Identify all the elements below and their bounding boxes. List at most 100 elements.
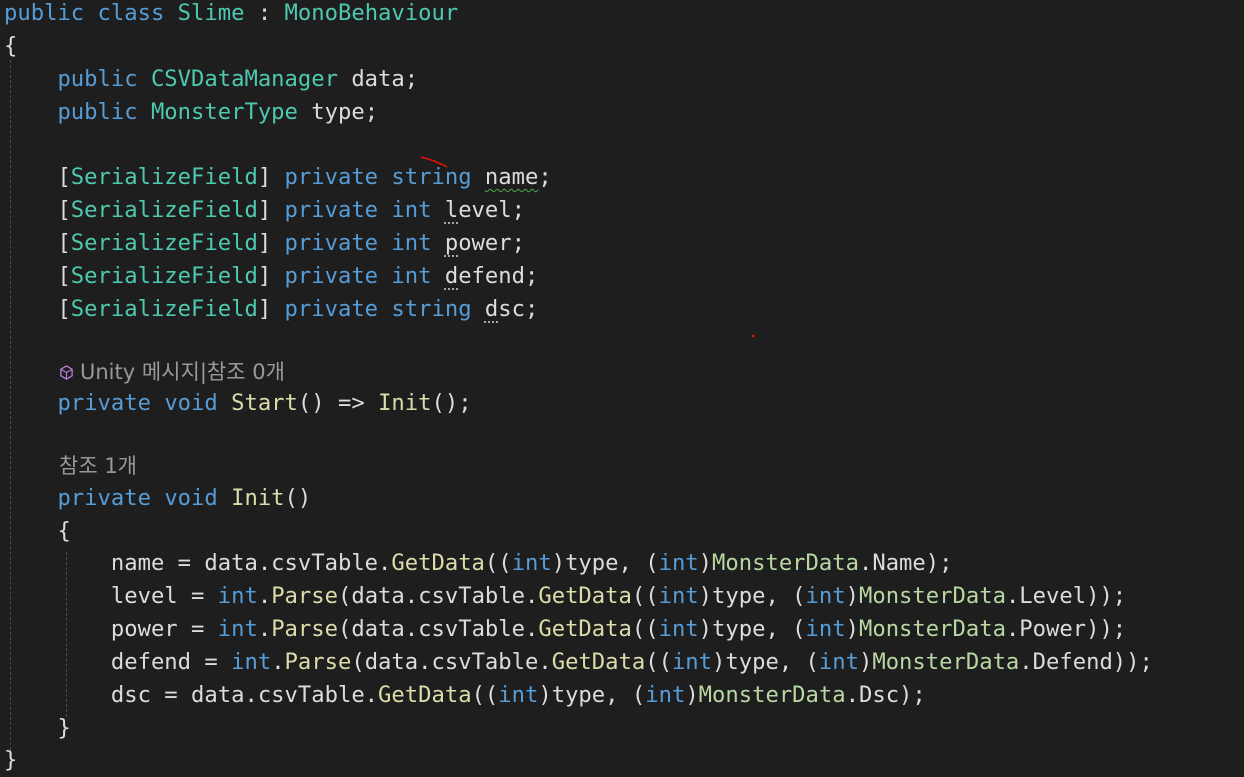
keyword: private — [284, 230, 379, 256]
code-text: .Level)); — [1005, 583, 1127, 609]
code-text: power = — [110, 616, 218, 642]
code-line-class-declaration[interactable]: public class Slime : MonoBehaviour — [4, 0, 458, 30]
keyword: int — [217, 616, 258, 642]
unused-hint: d — [444, 263, 459, 289]
code-text: name = data.csvTable. — [110, 550, 392, 576]
codelens-unity-message[interactable]: Unity 메시지 — [80, 360, 200, 384]
code-line-assign-defend[interactable]: defend = int.Parse(data.csvTable.GetData… — [4, 646, 1153, 679]
keyword: void — [164, 485, 218, 511]
code-text: . — [271, 649, 285, 675]
enum-type: MonsterData — [712, 550, 859, 576]
code-line-assign-name[interactable]: name = data.csvTable.GetData((int)type, … — [4, 547, 953, 580]
field-name-warning[interactable]: name — [485, 164, 538, 190]
keyword: int — [671, 649, 713, 675]
colon: : — [257, 0, 272, 26]
field-name-rest: ower — [458, 230, 512, 256]
keyword: void — [164, 390, 218, 416]
keyword: private — [284, 296, 379, 322]
code-text: )type, ( — [538, 682, 646, 708]
code-line-init-open[interactable]: { — [4, 515, 70, 548]
semicolon: ; — [538, 164, 552, 190]
bracket: [ — [57, 164, 71, 190]
keyword: int — [511, 550, 552, 576]
bracket: [ — [57, 296, 71, 322]
enum-type: MonsterData — [858, 583, 1006, 609]
code-editor[interactable]: public class Slime : MonoBehaviour { pub… — [0, 0, 1244, 777]
brace: } — [4, 747, 18, 773]
code-line-open-brace[interactable]: { — [4, 30, 17, 63]
code-line-field-data[interactable]: public CSVDataManager data; — [4, 63, 418, 96]
call-end: (); — [431, 390, 472, 416]
attribute: SerializeField — [70, 164, 258, 190]
code-line-assign-power[interactable]: power = int.Parse(data.csvTable.GetData(… — [4, 613, 1126, 646]
code-line-assign-level[interactable]: level = int.Parse(data.csvTable.GetData(… — [4, 580, 1126, 613]
attribute: SerializeField — [70, 263, 258, 289]
code-text: (( — [471, 682, 499, 708]
keyword: int — [658, 616, 699, 642]
unused-hint: p — [444, 230, 459, 256]
field-name[interactable]: level — [445, 197, 512, 223]
code-line-field-type[interactable]: public MonsterType type; — [4, 96, 378, 129]
code-line-init-close[interactable]: } — [4, 712, 70, 745]
code-line-close-brace[interactable]: } — [4, 744, 17, 777]
codelens-start[interactable]: Unity 메시지|참조 0개 — [59, 356, 285, 389]
code-line-assign-dsc[interactable]: dsc = data.csvTable.GetData((int)type, (… — [4, 679, 926, 712]
code-text: (( — [631, 583, 659, 609]
code-text: .Power)); — [1005, 616, 1127, 642]
arrow: () => — [297, 390, 365, 416]
keyword: string — [391, 296, 472, 322]
codelens-references[interactable]: 참조 1개 — [59, 454, 137, 478]
semicolon: ; — [511, 197, 525, 223]
bracket: ] — [257, 296, 272, 322]
method-call: GetData — [538, 583, 632, 609]
keyword: private — [284, 197, 379, 223]
attribute: SerializeField — [70, 296, 258, 322]
code-line-serialized-level[interactable]: [SerializeField] private int level; — [4, 194, 525, 227]
field-name-rest: evel — [458, 197, 512, 223]
code-text: (data.csvTable. — [351, 649, 552, 675]
method-call: Parse — [284, 649, 352, 675]
unused-hint: l — [444, 197, 459, 223]
code-line-start-method[interactable]: private void Start() => Init(); — [4, 387, 472, 420]
field-name[interactable]: dsc — [485, 296, 525, 322]
semicolon: ; — [525, 263, 539, 289]
method-call: GetData — [378, 682, 472, 708]
code-text: (( — [484, 550, 512, 576]
code-text: (data.csvTable. — [337, 616, 539, 642]
keyword: int — [217, 583, 258, 609]
bracket: ] — [257, 230, 272, 256]
codelens-references[interactable]: 참조 0개 — [207, 360, 285, 384]
code-text: .Dsc); — [845, 682, 926, 708]
brace: { — [4, 33, 18, 59]
bracket: ] — [257, 197, 272, 223]
keyword: int — [658, 550, 699, 576]
keyword: int — [231, 649, 272, 675]
codelens-separator: | — [199, 360, 207, 384]
code-text: ) — [685, 682, 699, 708]
keyword: class — [97, 0, 165, 26]
code-text: . — [257, 583, 272, 609]
field-name[interactable]: power — [445, 230, 512, 256]
code-line-serialized-defend[interactable]: [SerializeField] private int defend; — [4, 260, 538, 293]
field-name: type; — [311, 99, 379, 125]
code-text: )type, ( — [698, 616, 806, 642]
code-text: level = — [110, 583, 218, 609]
bracket: [ — [57, 197, 71, 223]
code-text: .Defend)); — [1019, 649, 1153, 675]
base-class: MonoBehaviour — [284, 0, 459, 26]
keyword: int — [498, 682, 539, 708]
codelens-init[interactable]: 참조 1개 — [59, 450, 137, 483]
code-line-serialized-dsc[interactable]: [SerializeField] private string dsc; — [4, 293, 538, 326]
type-name: MonsterType — [150, 99, 298, 125]
code-line-serialized-power[interactable]: [SerializeField] private int power; — [4, 227, 525, 260]
field-name: data; — [351, 66, 419, 92]
field-name[interactable]: defend — [445, 263, 525, 289]
code-line-serialized-name[interactable]: [SerializeField] private string name; — [4, 161, 552, 194]
class-name: Slime — [177, 0, 245, 26]
code-text: (data.csvTable. — [337, 583, 539, 609]
code-line-init-method[interactable]: private void Init() — [4, 482, 311, 515]
keyword: public — [4, 0, 85, 26]
bracket: [ — [57, 230, 71, 256]
attribute: SerializeField — [70, 197, 258, 223]
code-text: )type, ( — [712, 649, 819, 675]
